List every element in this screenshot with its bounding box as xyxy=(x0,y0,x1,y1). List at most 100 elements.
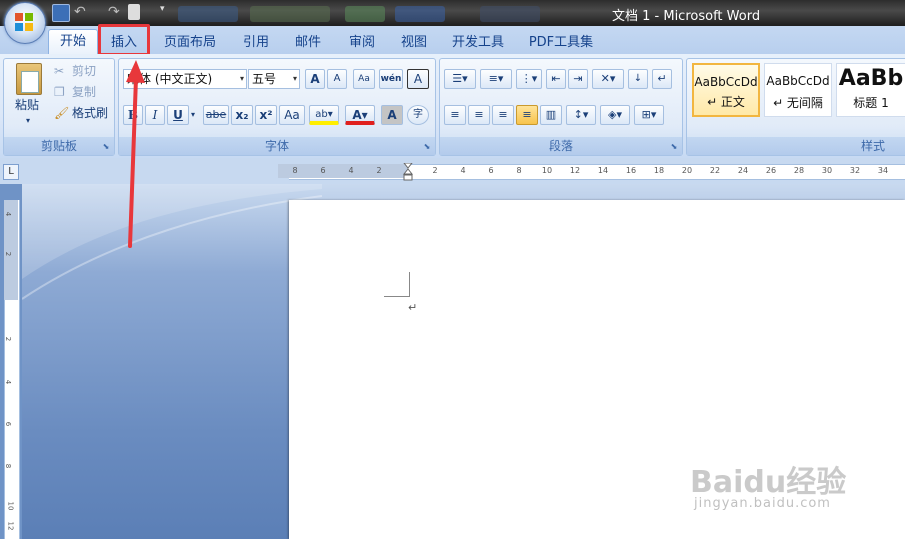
font-size-value: 五号 xyxy=(252,72,277,86)
save-icon[interactable] xyxy=(52,4,70,22)
format-painter-button[interactable]: 格式刷 xyxy=(72,105,108,121)
ruler-tick-label: 14 xyxy=(597,166,609,175)
ruler-tick-label: 2 xyxy=(432,166,438,175)
chinese-layout-icon[interactable]: ✕▾ xyxy=(592,69,624,89)
strikethrough-button[interactable]: abe xyxy=(203,105,229,125)
vruler-tick-label: 8 xyxy=(4,463,13,469)
underline-dropdown-icon[interactable]: ▾ xyxy=(191,107,195,123)
print-preview-icon[interactable] xyxy=(128,4,140,20)
vruler-tick-label: 2 xyxy=(4,336,13,342)
paragraph-group-label: 段落 xyxy=(440,137,682,155)
subscript-button[interactable]: x₂ xyxy=(231,105,253,125)
underline-button[interactable]: U xyxy=(167,105,189,125)
office-logo-icon xyxy=(15,13,33,31)
baidu-watermark-logo: Baidu经验 xyxy=(690,465,847,500)
paragraph-mark: ↵ xyxy=(408,301,418,314)
ruler-tick-label: 12 xyxy=(569,166,581,175)
ruler-tick-label: 2 xyxy=(376,166,382,175)
char-shading-button[interactable]: A xyxy=(381,105,403,125)
font-size-select[interactable]: 五号 ▾ xyxy=(248,69,300,89)
justify-icon[interactable]: ≡ xyxy=(516,105,538,125)
vruler-tick-label: 4 xyxy=(4,211,13,217)
highlight-color-icon[interactable]: ab▾ xyxy=(309,105,339,125)
tab-home[interactable]: 开始 xyxy=(48,29,98,55)
styles-group-label: 样式 xyxy=(687,137,905,155)
style-normal-sample: AaBbCcDd xyxy=(694,75,758,89)
style-no-spacing-name: ↵ 无间隔 xyxy=(773,96,823,110)
numbering-icon[interactable]: ≡▾ xyxy=(480,69,512,89)
superscript-button[interactable]: x² xyxy=(255,105,277,125)
tab-view[interactable]: 视图 xyxy=(392,32,436,54)
format-painter-icon[interactable]: 🖌 xyxy=(54,105,69,121)
font-group-label: 字体 xyxy=(119,137,435,155)
tab-mailings[interactable]: 邮件 xyxy=(286,32,330,54)
paragraph-launcher-icon[interactable]: ⬊ xyxy=(669,142,679,152)
copy-button[interactable]: 复制 xyxy=(72,84,96,100)
font-group: 宋体 (中文正文)▾ 五号▾ A A Aa wén A B I U ▾ abe … xyxy=(118,58,436,156)
tab-pdf-tools[interactable]: PDF工具集 xyxy=(524,32,598,54)
ruler-tick-label: 16 xyxy=(625,166,637,175)
ruler-tick-label: 24 xyxy=(737,166,749,175)
clear-format-icon[interactable]: Aa xyxy=(353,69,375,89)
ruler-tick-label: 6 xyxy=(320,166,326,175)
align-left-icon[interactable]: ≡ xyxy=(444,105,466,125)
font-launcher-icon[interactable]: ⬊ xyxy=(422,142,432,152)
increase-indent-icon[interactable]: ⇥ xyxy=(568,69,588,89)
copy-icon[interactable]: ❐ xyxy=(54,84,65,100)
tab-references[interactable]: 引用 xyxy=(234,32,278,54)
sort-icon[interactable]: ↓ xyxy=(628,69,648,89)
paste-button[interactable]: 粘贴 xyxy=(15,97,39,113)
paragraph-group: ☰▾ ≡▾ ⋮▾ ⇤ ⇥ ✕▾ ↓ ↵ ≡ ≡ ≡ ≡ ▥ ↕▾ ◈▾ ⊞▾ 段… xyxy=(439,58,683,156)
phonetic-guide-button[interactable]: wén xyxy=(379,69,403,89)
ruler-tick-label: 22 xyxy=(709,166,721,175)
style-no-spacing[interactable]: AaBbCcDd ↵ 无间隔 xyxy=(764,63,832,117)
char-border-button[interactable]: A xyxy=(407,69,429,89)
indent-marker-icon[interactable] xyxy=(402,162,414,181)
ruler-tick-label: 32 xyxy=(849,166,861,175)
ruler-tick-label: 20 xyxy=(681,166,693,175)
decrease-indent-icon[interactable]: ⇤ xyxy=(546,69,566,89)
style-heading1-name: 标题 1 xyxy=(853,96,889,110)
vruler-tick-label: 10 xyxy=(6,501,15,511)
tab-developer[interactable]: 开发工具 xyxy=(446,32,510,54)
ruler-tick-label: 28 xyxy=(793,166,805,175)
cut-icon[interactable]: ✂ xyxy=(54,63,64,79)
window-title: 文档 1 - Microsoft Word xyxy=(612,9,761,24)
distribute-icon[interactable]: ▥ xyxy=(540,105,562,125)
customize-qa-icon[interactable]: ▾ xyxy=(160,4,176,20)
line-spacing-icon[interactable]: ↕▾ xyxy=(566,105,596,125)
change-case-button[interactable]: Aa xyxy=(279,105,305,125)
undo-icon[interactable]: ↶ xyxy=(74,4,90,20)
vruler-tick-label: 4 xyxy=(4,379,13,385)
background-swoosh xyxy=(22,184,322,300)
font-color-icon[interactable]: A▾ xyxy=(345,105,375,125)
shrink-font-button[interactable]: A xyxy=(327,69,347,89)
show-marks-icon[interactable]: ↵ xyxy=(652,69,672,89)
borders-icon[interactable]: ⊞▾ xyxy=(634,105,664,125)
ruler-tick-label: 4 xyxy=(460,166,466,175)
insert-tab-highlight-box xyxy=(98,24,150,56)
bullets-icon[interactable]: ☰▾ xyxy=(444,69,476,89)
ruler-tick-label: 8 xyxy=(516,166,522,175)
style-heading1[interactable]: AaBb 标题 1 xyxy=(836,63,905,117)
style-heading1-sample: AaBb xyxy=(838,66,904,91)
margin-crop-mark xyxy=(384,272,410,297)
redo-icon[interactable]: ↷ xyxy=(108,4,124,20)
ruler-tick-label: 4 xyxy=(348,166,354,175)
align-center-icon[interactable]: ≡ xyxy=(468,105,490,125)
style-normal[interactable]: AaBbCcDd ↵ 正文 xyxy=(692,63,760,117)
grow-font-button[interactable]: A xyxy=(305,69,325,89)
vruler-tick-label: 12 xyxy=(6,521,15,531)
style-no-spacing-sample: AaBbCcDd xyxy=(766,74,830,88)
cut-button[interactable]: 剪切 xyxy=(72,63,96,79)
clipboard-group-label: 剪贴板 xyxy=(4,137,114,155)
enclose-chars-button[interactable]: 字 xyxy=(407,105,429,125)
multilevel-list-icon[interactable]: ⋮▾ xyxy=(516,69,542,89)
tab-review[interactable]: 审阅 xyxy=(340,32,384,54)
shading-icon[interactable]: ◈▾ xyxy=(600,105,630,125)
align-right-icon[interactable]: ≡ xyxy=(492,105,514,125)
tab-page-layout[interactable]: 页面布局 xyxy=(158,32,222,54)
title-bar: ↶ ↷ ▾ 文档 1 - Microsoft Word xyxy=(0,0,905,26)
style-normal-name: ↵ 正文 xyxy=(707,95,745,109)
ruler-tick-label: 18 xyxy=(653,166,665,175)
